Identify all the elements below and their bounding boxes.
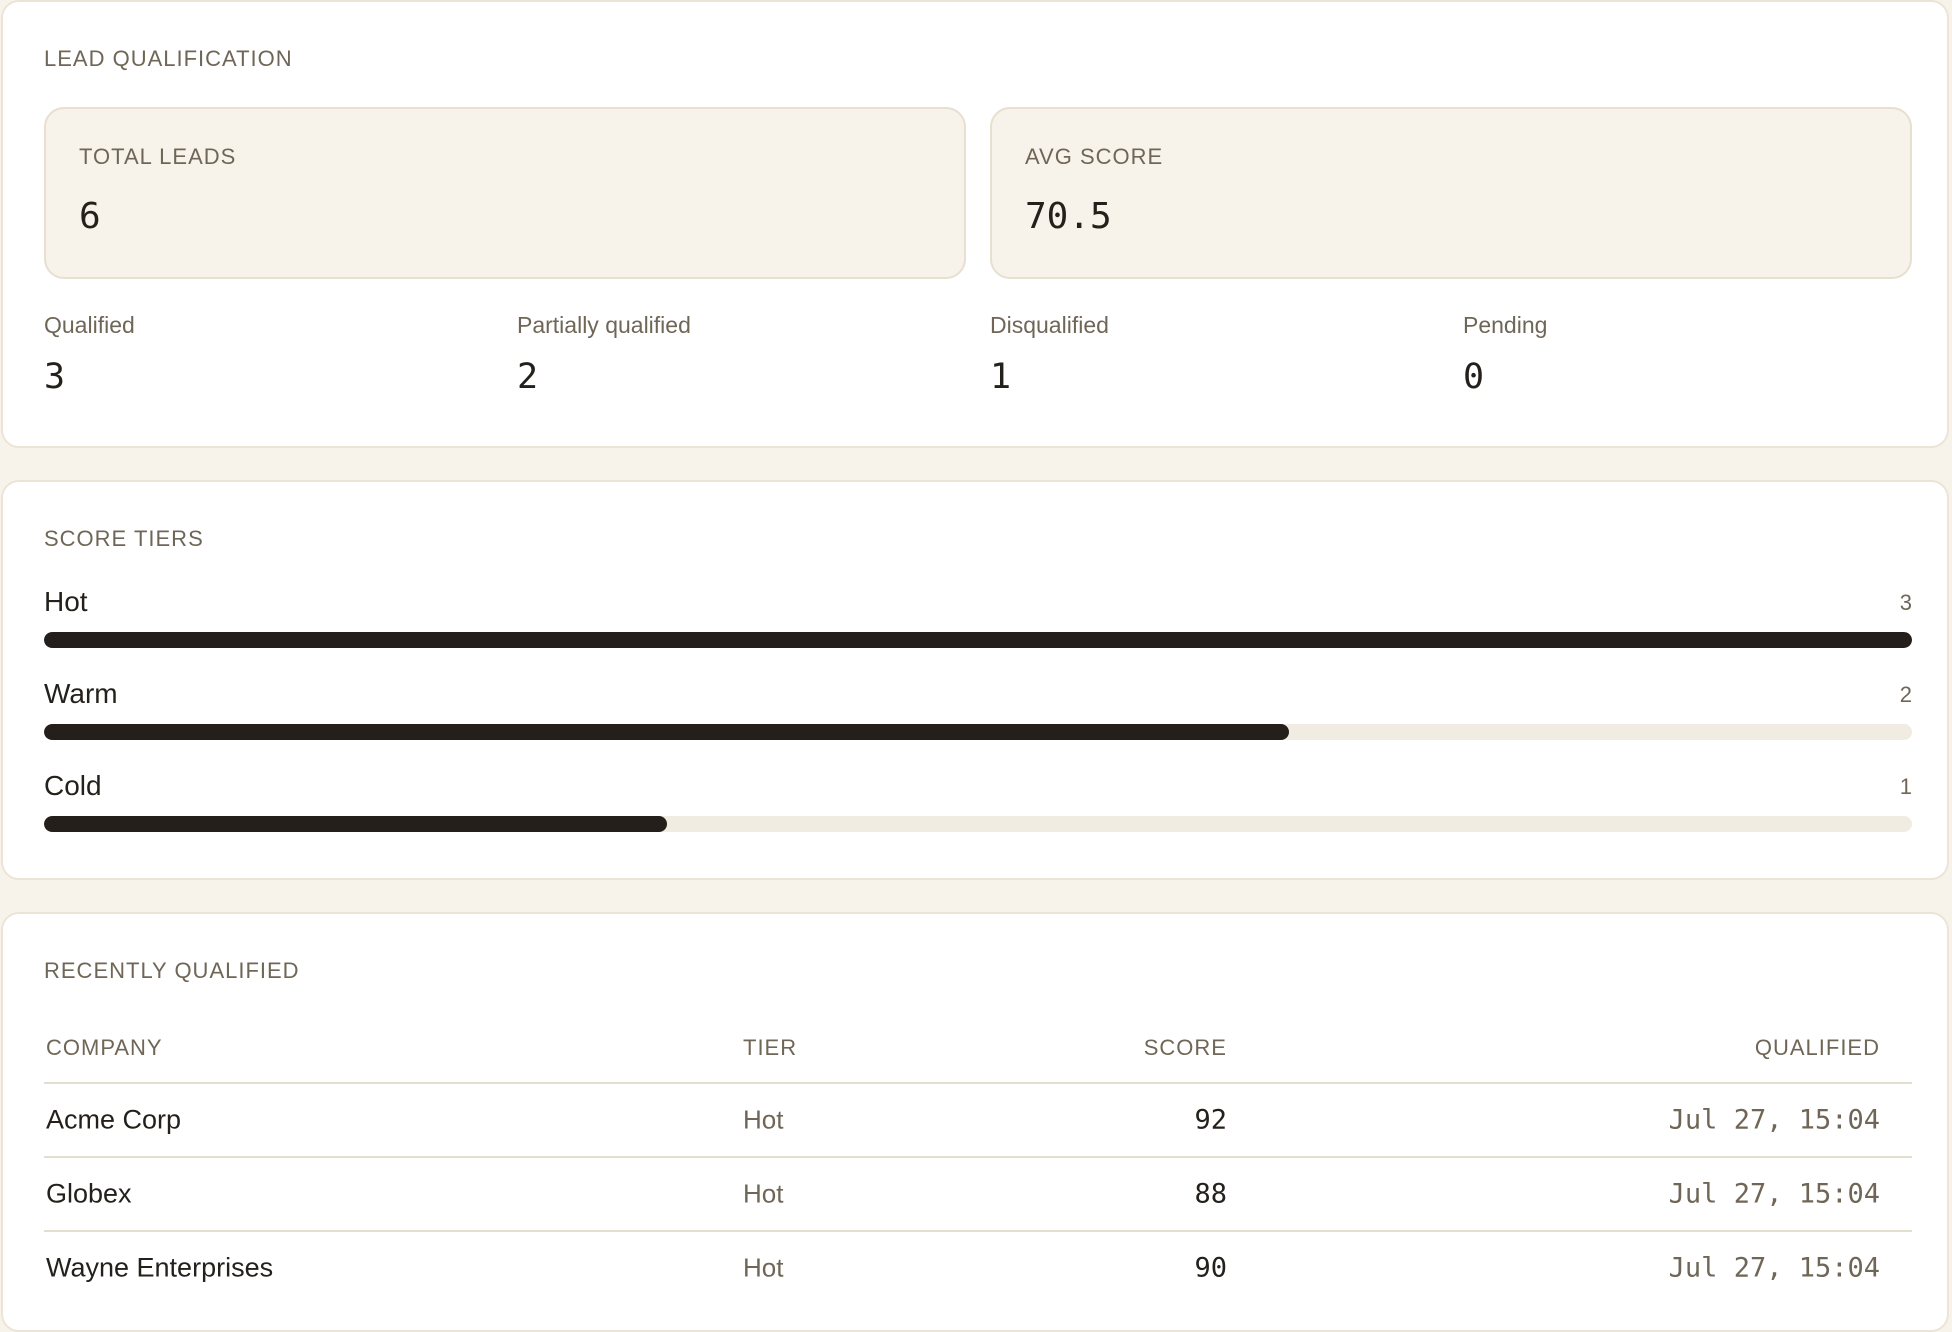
tier-bar-track [44, 632, 1912, 648]
score-cell: 90 [1194, 1252, 1227, 1284]
score-tiers-title: SCORE TIERS [44, 526, 204, 551]
recently-qualified-table: COMPANY TIER SCORE QUALIFIED Acme Corp H… [44, 1014, 1912, 1304]
stat-partially-qualified-value: 2 [517, 357, 539, 397]
tier-name: Cold [44, 770, 102, 801]
tier-row-hot: Hot 3 [44, 586, 1912, 656]
tier-bar-fill [44, 816, 667, 832]
score-tiers-card: SCORE TIERS Hot 3 Warm 2 Cold 1 [1, 480, 1949, 880]
stat-pending: Pending 0 [1463, 312, 1547, 397]
table-row[interactable]: Acme Corp Hot 92 Jul 27, 15:04 [44, 1084, 1912, 1158]
avg-score-value: 70.5 [1025, 196, 1112, 237]
avg-score-label: AVG SCORE [1025, 144, 1164, 169]
stat-qualified-label: Qualified [44, 312, 135, 338]
stat-qualified: Qualified 3 [44, 312, 135, 397]
stat-pending-value: 0 [1463, 357, 1485, 397]
tier-name: Warm [44, 678, 118, 709]
qualified-time-cell: Jul 27, 15:04 [1668, 1178, 1880, 1210]
total-leads-value: 6 [79, 196, 101, 237]
qualified-time-cell: Jul 27, 15:04 [1668, 1104, 1880, 1136]
tier-name: Hot [44, 586, 88, 617]
tier-count: 2 [1899, 682, 1912, 707]
company-cell: Acme Corp [46, 1104, 182, 1135]
recently-qualified-title: RECENTLY QUALIFIED [44, 958, 300, 983]
lead-qualification-title: LEAD QUALIFICATION [44, 46, 293, 71]
score-cell: 92 [1194, 1104, 1227, 1136]
tier-bar-fill [44, 632, 1912, 648]
stat-disqualified: Disqualified 1 [990, 312, 1109, 397]
score-cell: 88 [1194, 1178, 1227, 1210]
lead-qualification-card: LEAD QUALIFICATION TOTAL LEADS 6 AVG SCO… [1, 0, 1949, 448]
qualified-time-cell: Jul 27, 15:04 [1668, 1252, 1880, 1284]
table-header: COMPANY TIER SCORE QUALIFIED [44, 1014, 1912, 1084]
tier-cell: Hot [743, 1104, 784, 1135]
tier-bar-fill [44, 724, 1290, 740]
tier-row-warm: Warm 2 [44, 678, 1912, 748]
company-cell: Wayne Enterprises [46, 1252, 274, 1283]
stat-pending-label: Pending [1463, 312, 1548, 338]
table-row[interactable]: Globex Hot 88 Jul 27, 15:04 [44, 1158, 1912, 1232]
tier-bar-track [44, 816, 1912, 832]
tier-bar-track [44, 724, 1912, 740]
recently-qualified-card: RECENTLY QUALIFIED COMPANY TIER SCORE QU… [1, 912, 1949, 1332]
tier-cell: Hot [743, 1252, 784, 1283]
tier-count: 1 [1899, 774, 1912, 799]
avg-score-kpi: AVG SCORE 70.5 [990, 107, 1912, 279]
stat-qualified-value: 3 [44, 357, 66, 397]
total-leads-kpi: TOTAL LEADS 6 [44, 107, 966, 279]
column-header-qualified[interactable]: QUALIFIED [1755, 1035, 1880, 1061]
stat-partially-qualified-label: Partially qualified [517, 312, 691, 338]
stat-disqualified-value: 1 [990, 357, 1012, 397]
column-header-tier[interactable]: TIER [743, 1035, 797, 1061]
tier-cell: Hot [743, 1178, 784, 1209]
company-cell: Globex [46, 1178, 132, 1209]
total-leads-label: TOTAL LEADS [79, 144, 237, 169]
table-row[interactable]: Wayne Enterprises Hot 90 Jul 27, 15:04 [44, 1232, 1912, 1304]
tier-row-cold: Cold 1 [44, 770, 1912, 840]
column-header-score[interactable]: SCORE [1144, 1035, 1227, 1061]
column-header-company[interactable]: COMPANY [46, 1035, 163, 1061]
stat-partially-qualified: Partially qualified 2 [517, 312, 691, 397]
tier-count: 3 [1899, 590, 1912, 615]
stat-disqualified-label: Disqualified [990, 312, 1109, 338]
